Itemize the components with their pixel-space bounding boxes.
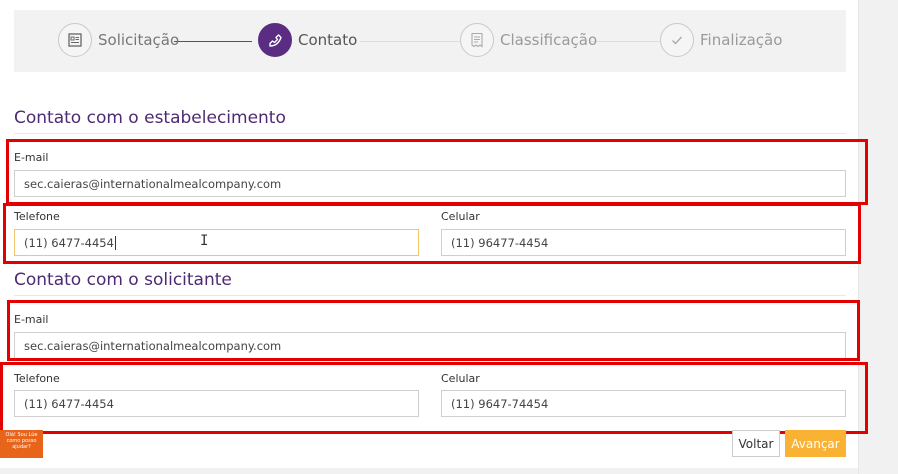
step-solicitacao[interactable]: Solicitação [58, 22, 179, 58]
back-button[interactable]: Voltar [732, 430, 780, 457]
step-label: Classificação [500, 31, 598, 49]
chat-help-badge[interactable]: Olá! Sou Lúe como posso ajudar? [0, 430, 43, 458]
bottom-gutter [0, 468, 858, 474]
highlight-box-establishment-phones [3, 203, 861, 264]
check-icon [660, 23, 694, 57]
receipt-icon [460, 23, 494, 57]
progress-stepper: Solicitação Contato Classificação Finali… [14, 10, 846, 72]
step-label: Finalização [700, 31, 783, 49]
highlight-box-requester-phones [0, 362, 868, 434]
stepper-connector-1 [174, 41, 252, 42]
section-title-establishment: Contato com o estabelecimento [14, 108, 286, 128]
chat-help-line: ajudar? [12, 444, 31, 450]
step-classificacao[interactable]: Classificação [460, 22, 597, 58]
step-label: Solicitação [98, 31, 180, 49]
phone-icon [258, 23, 292, 57]
section-divider [14, 133, 846, 134]
section-title-requester: Contato com o solicitante [14, 270, 232, 290]
stepper-connector-3 [590, 41, 660, 42]
step-contato[interactable]: Contato [258, 22, 357, 58]
step-finalizacao[interactable]: Finalização [660, 22, 782, 58]
highlight-box-requester-email [7, 300, 860, 361]
form-icon [58, 23, 92, 57]
section-divider [14, 295, 846, 296]
highlight-box-establishment-email [6, 139, 868, 205]
step-label: Contato [298, 31, 358, 49]
stepper-connector-2 [360, 41, 460, 42]
next-button[interactable]: Avançar [785, 430, 846, 457]
